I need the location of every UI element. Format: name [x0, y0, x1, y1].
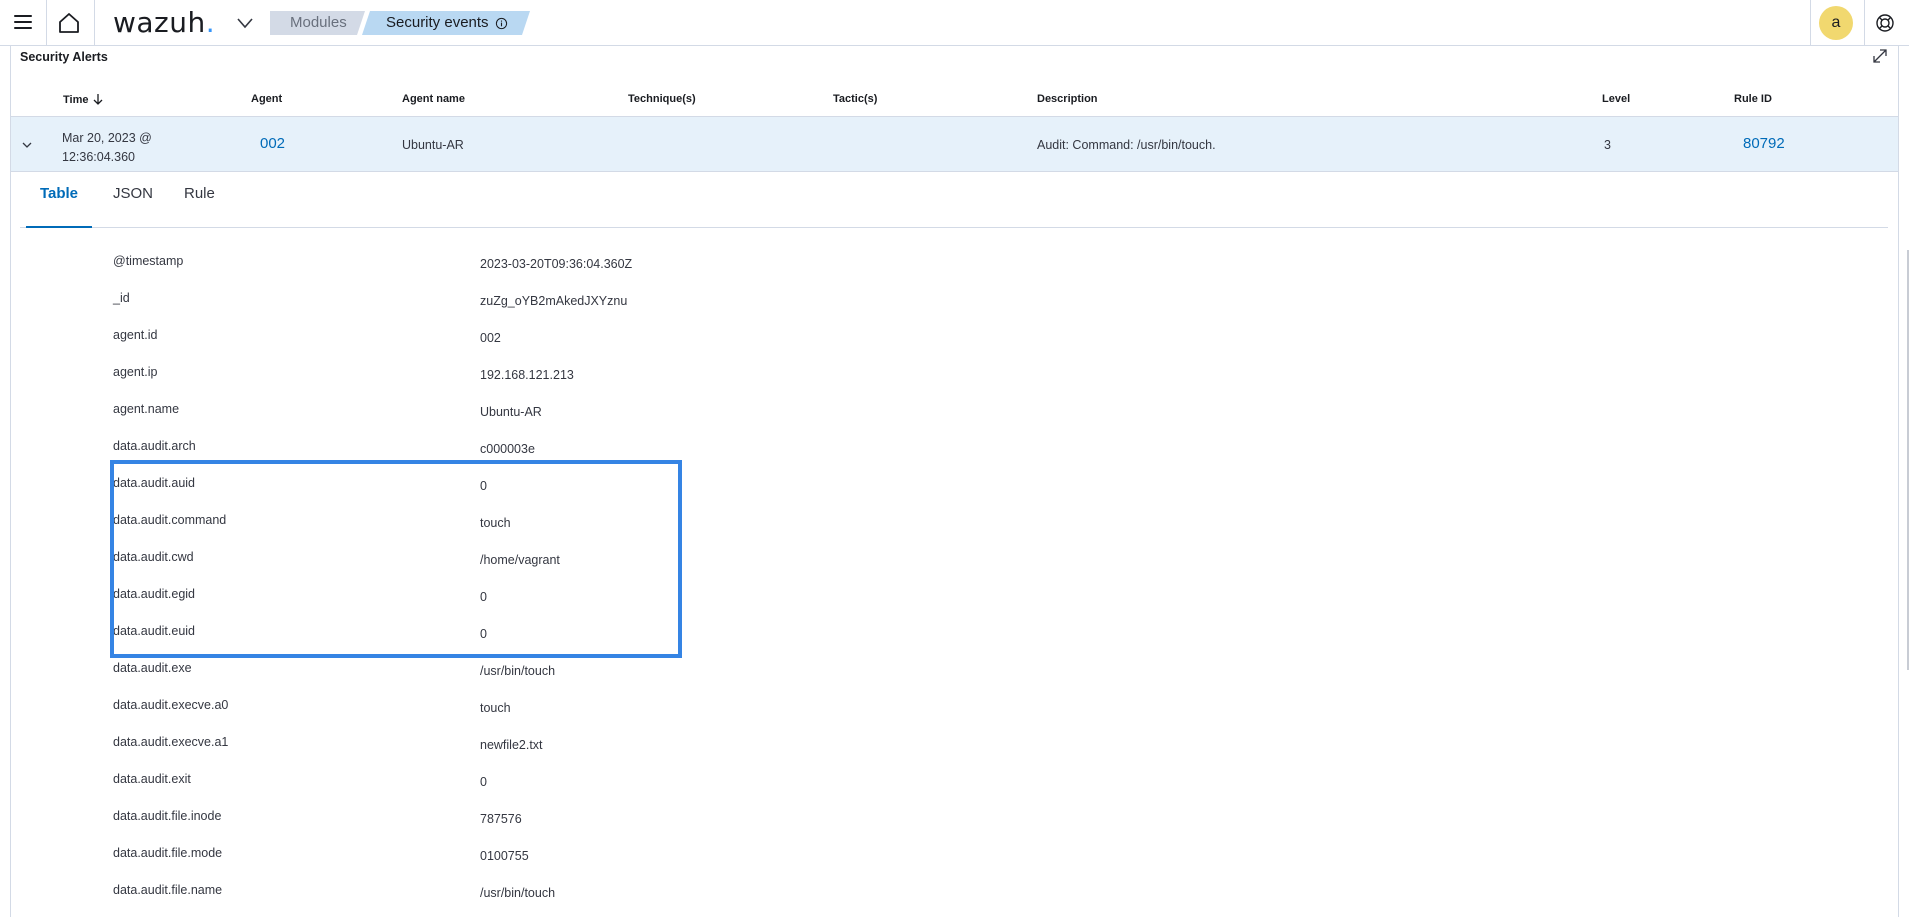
cell-rule-id-link[interactable]: 80792	[1743, 135, 1785, 152]
field-key: agent.id	[113, 328, 158, 342]
document-fields-table: @timestamp 2023-03-20T09:36:04.360Z _id zu…	[0, 254, 1909, 917]
tab-table[interactable]: Table	[26, 173, 92, 228]
field-key: data.audit.egid	[113, 587, 196, 601]
field-value: touch	[480, 701, 511, 715]
field-row: data.audit.command touch	[0, 513, 1909, 550]
column-header-rule-id[interactable]: Rule ID	[1734, 93, 1772, 105]
field-row: _id zuZg_oYB2mAkedJXYznu	[0, 291, 1909, 328]
field-row: data.audit.egid 0	[0, 587, 1909, 624]
tab-rule[interactable]: Rule	[184, 173, 215, 228]
help-icon[interactable]	[1874, 12, 1896, 34]
field-key: @timestamp	[113, 254, 184, 268]
field-row: data.audit.euid 0	[0, 624, 1909, 661]
field-key: data.audit.auid	[113, 476, 196, 490]
wazuh-logo[interactable]: wazuh.	[113, 5, 215, 41]
header-divider	[46, 0, 47, 46]
field-key: agent.ip	[113, 365, 158, 379]
field-key: data.audit.cwd	[113, 550, 194, 564]
field-key: data.audit.execve.a1	[113, 735, 229, 749]
header-divider	[1810, 0, 1811, 46]
panel-title: Security Alerts	[20, 50, 108, 64]
field-key: data.audit.file.name	[113, 883, 223, 897]
field-row: data.audit.execve.a0 touch	[0, 698, 1909, 735]
field-row: agent.name Ubuntu-AR	[0, 402, 1909, 439]
field-value: 192.168.121.213	[480, 368, 574, 382]
column-header-agent[interactable]: Agent	[251, 93, 282, 105]
cell-level: 3	[1604, 138, 1611, 152]
breadcrumb-security-events[interactable]: Security events	[362, 11, 530, 35]
field-row: data.audit.exit 0	[0, 772, 1909, 809]
field-row: data.audit.exe/usr/bin/touch	[0, 661, 1909, 698]
menu-hamburger-icon[interactable]	[10, 9, 36, 35]
field-row: @timestamp 2023-03-20T09:36:04.360Z	[0, 254, 1909, 291]
field-row: data.audit.cwd/home/vagrant	[0, 550, 1909, 587]
cell-agent-name: Ubuntu-AR	[402, 138, 464, 152]
user-avatar[interactable]: a	[1819, 6, 1853, 40]
sort-arrow-down-icon[interactable]	[92, 93, 104, 105]
field-key: data.audit.arch	[113, 439, 196, 453]
field-value: /usr/bin/touch	[480, 886, 556, 900]
column-header-level[interactable]: Level	[1602, 93, 1630, 105]
field-value: 2023-03-20T09:36:04.360Z	[480, 257, 633, 271]
field-value: newfile2.txt	[480, 738, 543, 752]
field-value: /home/vagrant	[480, 553, 560, 567]
chevron-down-icon[interactable]	[19, 137, 35, 153]
field-key: data.audit.file.mode	[113, 846, 223, 860]
header-divider	[94, 0, 95, 46]
column-header-agent-name[interactable]: Agent name	[402, 93, 465, 105]
tab-json[interactable]: JSON	[113, 173, 153, 228]
field-row: data.audit.file.name/usr/bin/touch	[0, 883, 1909, 917]
field-value: /usr/bin/touch	[480, 664, 556, 678]
field-row: data.audit.arch c000003e	[0, 439, 1909, 476]
field-value: Ubuntu-AR	[480, 405, 542, 419]
top-header: wazuh. Modules Security events a	[0, 0, 1909, 46]
fullscreen-expand-icon[interactable]	[1870, 46, 1890, 66]
field-row: data.audit.file.inode 787576	[0, 809, 1909, 846]
cell-agent-link[interactable]: 002	[260, 135, 285, 152]
field-row: data.audit.auid 0	[0, 476, 1909, 513]
field-row: data.audit.file.mode 0100755	[0, 846, 1909, 883]
field-key: data.audit.file.inode	[113, 809, 222, 823]
cell-description: Audit: Command: /usr/bin/touch.	[1037, 138, 1216, 152]
column-header-time[interactable]: Time	[63, 93, 104, 106]
field-row: data.audit.execve.a1 newfile2.txt	[0, 735, 1909, 772]
table-row[interactable]: Mar 20, 2023 @ 12:36:04.360 002 Ubuntu-A…	[11, 117, 1898, 172]
detail-tabs: Table JSON Rule	[20, 173, 1888, 228]
field-key: _id	[113, 291, 130, 305]
field-value: 0	[480, 590, 487, 604]
home-icon[interactable]	[56, 10, 82, 36]
field-value: 787576	[480, 812, 522, 826]
field-key: agent.name	[113, 402, 180, 416]
field-key: data.audit.euid	[113, 624, 196, 638]
field-value: c000003e	[480, 442, 535, 456]
cell-time: Mar 20, 2023 @ 12:36:04.360	[62, 131, 152, 164]
column-header-techniques[interactable]: Technique(s)	[628, 93, 696, 105]
breadcrumb-modules[interactable]: Modules	[270, 11, 365, 35]
column-header-description[interactable]: Description	[1037, 93, 1098, 105]
field-key: data.audit.command	[113, 513, 227, 527]
field-key: data.audit.execve.a0	[113, 698, 229, 712]
field-value: touch	[480, 516, 511, 530]
field-value: zuZg_oYB2mAkedJXYznu	[480, 294, 628, 308]
field-row: agent.ip 192.168.121.213	[0, 365, 1909, 402]
field-key: data.audit.exe	[113, 661, 192, 675]
field-value: 0	[480, 479, 487, 493]
field-row: agent.id 002	[0, 328, 1909, 365]
field-value: 002	[480, 331, 501, 345]
column-header-tactics[interactable]: Tactic(s)	[833, 93, 877, 105]
header-divider	[1864, 0, 1865, 46]
field-key: data.audit.exit	[113, 772, 191, 786]
chevron-down-icon[interactable]	[234, 12, 256, 34]
field-value: 0	[480, 627, 487, 641]
info-icon[interactable]	[495, 17, 508, 30]
field-value: 0	[480, 775, 487, 789]
field-value: 0100755	[480, 849, 529, 863]
